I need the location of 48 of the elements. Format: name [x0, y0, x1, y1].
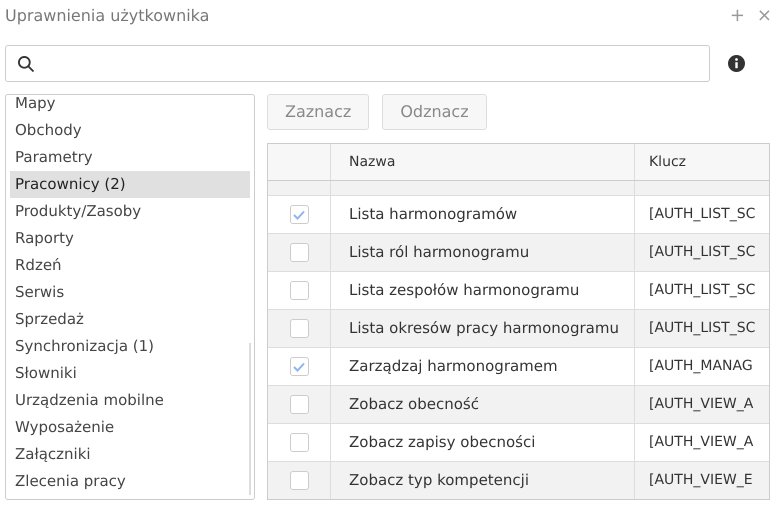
category-item[interactable]: Mapy [10, 95, 250, 117]
table-cell-text: [AUTH_VIEW_A [648, 395, 754, 414]
category-item[interactable]: Słowniki [10, 360, 250, 387]
category-item[interactable]: Synchronizacja (1) [10, 333, 250, 360]
check-icon [293, 362, 305, 372]
category-item[interactable]: Serwis [10, 279, 250, 306]
table-cell-text: [AUTH_LIST_SC [648, 319, 756, 338]
table-cell: Lista harmonogramów [331, 196, 635, 233]
category-item[interactable]: Produkty/Zasoby [10, 198, 250, 225]
checkbox[interactable] [290, 433, 308, 452]
search-field[interactable] [5, 45, 710, 82]
category-item[interactable]: Sprzedaż [10, 306, 250, 333]
checkbox[interactable] [290, 395, 308, 414]
table-cell-text: [AUTH_LIST_SC [648, 281, 756, 300]
category-item[interactable]: Urządzenia mobilne [10, 387, 250, 414]
table-cell-text: [AUTH_MANAG [648, 357, 754, 376]
checkbox[interactable] [290, 471, 308, 490]
table-cell-text: [AUTH_VIEW_E [648, 471, 754, 490]
table-cell-text: [AUTH_LIST_SC [648, 243, 756, 262]
category-item[interactable]: Raporty [10, 225, 250, 252]
table-cell: Zobacz obecność [331, 386, 635, 423]
category-item[interactable]: Parametry [10, 144, 250, 171]
category-item[interactable]: Zlecenia pracy [10, 468, 250, 495]
window-title: Uprawnienia użytkownika [5, 5, 210, 27]
search-icon [16, 54, 36, 74]
table-cell-text: [AUTH_LIST_SC [648, 205, 756, 224]
category-item[interactable]: Wyposażenie [10, 414, 250, 441]
checkbox[interactable] [290, 357, 308, 376]
category-item[interactable]: Obchody [10, 117, 250, 144]
table-cell: Zobacz zapisy obecności [331, 424, 635, 461]
table-cell: Zarządzaj harmonogramem [331, 348, 635, 385]
category-item[interactable]: Rdzeń [10, 252, 250, 279]
check-icon [293, 210, 305, 220]
scrollbar[interactable] [249, 343, 251, 495]
column-header[interactable]: Nazwa [331, 144, 635, 180]
info-icon[interactable] [728, 55, 745, 72]
category-item[interactable]: Załączniki [10, 441, 250, 468]
table-cell: Lista okresów pracy harmonogramu [331, 310, 635, 347]
category-item[interactable]: Pracownicy (2) [10, 171, 250, 198]
checkbox[interactable] [290, 319, 308, 338]
table-cell: Lista zespołów harmonogramu [331, 272, 635, 309]
table-cell: Lista ról harmonogramu [331, 234, 635, 271]
column-header[interactable]: Klucz [635, 144, 769, 180]
checkbox[interactable] [290, 205, 308, 224]
table-cell-text: [AUTH_VIEW_A [648, 433, 754, 452]
table-cell: Zobacz typ kompetencji [331, 462, 635, 499]
checkbox[interactable] [290, 281, 308, 300]
checkbox[interactable] [290, 243, 308, 262]
